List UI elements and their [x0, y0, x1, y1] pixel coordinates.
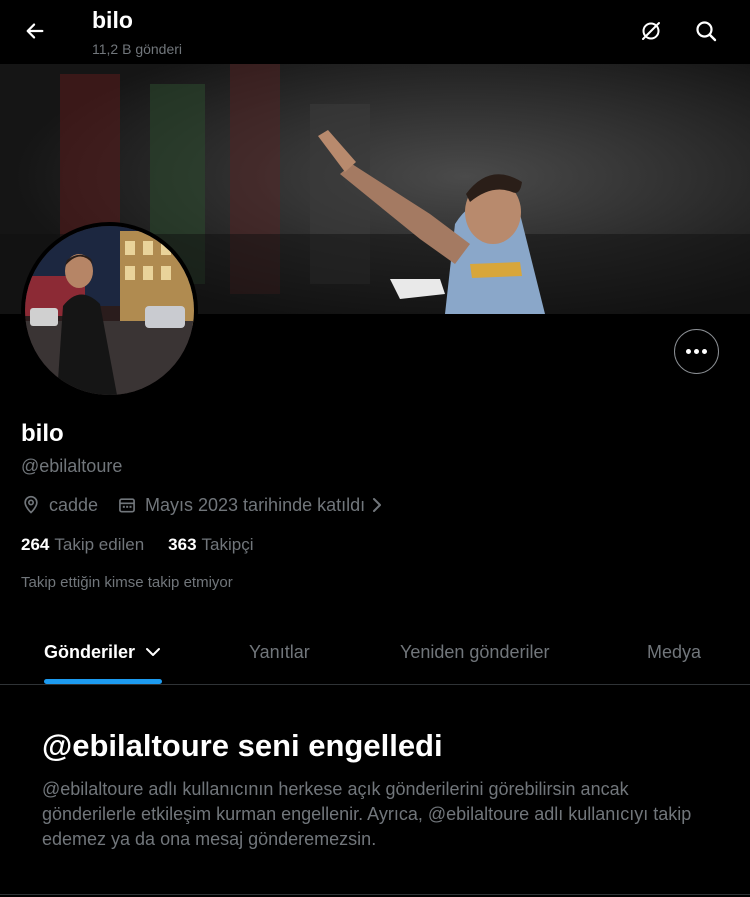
more-options-button[interactable]: [674, 329, 719, 374]
more-dot: [686, 349, 691, 354]
tab-replies[interactable]: Yanıtlar: [249, 620, 310, 684]
blocked-title: @ebilaltoure seni engelledi: [42, 728, 443, 763]
followers-count: 363: [168, 535, 197, 554]
tab-reposts-label: Yeniden gönderiler: [400, 641, 550, 662]
chevron-right-icon: [373, 498, 382, 512]
chevron-down-icon: [146, 648, 161, 656]
more-dot: [702, 349, 707, 354]
circle-slash-icon: [642, 22, 660, 40]
top-bar: bilo 11,2 B gönderi: [0, 0, 750, 64]
more-dot: [694, 349, 699, 354]
tab-media-label: Medya: [647, 641, 702, 662]
divider: [0, 894, 750, 895]
header-title: bilo: [92, 7, 133, 33]
following-link[interactable]: 264 Takip edilen: [21, 535, 144, 555]
profile-handle: @ebilaltoure: [21, 456, 123, 476]
arrow-left-icon: [26, 23, 44, 39]
location-pin-icon: [24, 495, 38, 514]
following-count: 264: [21, 535, 50, 554]
blocked-description: @ebilaltoure adlı kullanıcının herkese a…: [42, 779, 692, 849]
post-count: 11,2 B gönderi: [92, 41, 183, 57]
search-button[interactable]: [689, 14, 723, 48]
profile-avatar[interactable]: [21, 222, 198, 399]
followers-label: Takipçi: [201, 535, 254, 554]
profile-name: bilo: [21, 420, 64, 447]
tab-media[interactable]: Medya: [647, 620, 701, 684]
tab-replies-label: Yanıtlar: [249, 641, 310, 662]
active-tab-indicator: [44, 679, 162, 684]
search-icon: [696, 21, 717, 42]
join-date[interactable]: Mayıs 2023 tarihinde katıldı: [117, 492, 385, 518]
followers-link[interactable]: 363 Takipçi: [168, 535, 253, 555]
location-text: cadde: [49, 494, 99, 515]
tab-reposts[interactable]: Yeniden gönderiler: [400, 620, 549, 684]
followed-by-note: Takip ettiğin kimse takip etmiyor: [21, 574, 233, 591]
location: cadde: [21, 492, 98, 518]
profile-tabs: Gönderiler Yanıtlar Yeniden gönderiler M…: [0, 620, 750, 685]
tab-posts[interactable]: Gönderiler: [44, 620, 163, 684]
back-button[interactable]: [18, 14, 52, 48]
join-date-text: Mayıs 2023 tarihinde katıldı: [145, 494, 366, 515]
circle-slash-button[interactable]: [634, 14, 668, 48]
follow-stats: 264 Takip edilen 363 Takipçi: [21, 535, 278, 555]
tab-posts-label: Gönderiler: [44, 641, 136, 662]
calendar-icon: [119, 498, 135, 513]
following-label: Takip edilen: [54, 535, 145, 554]
